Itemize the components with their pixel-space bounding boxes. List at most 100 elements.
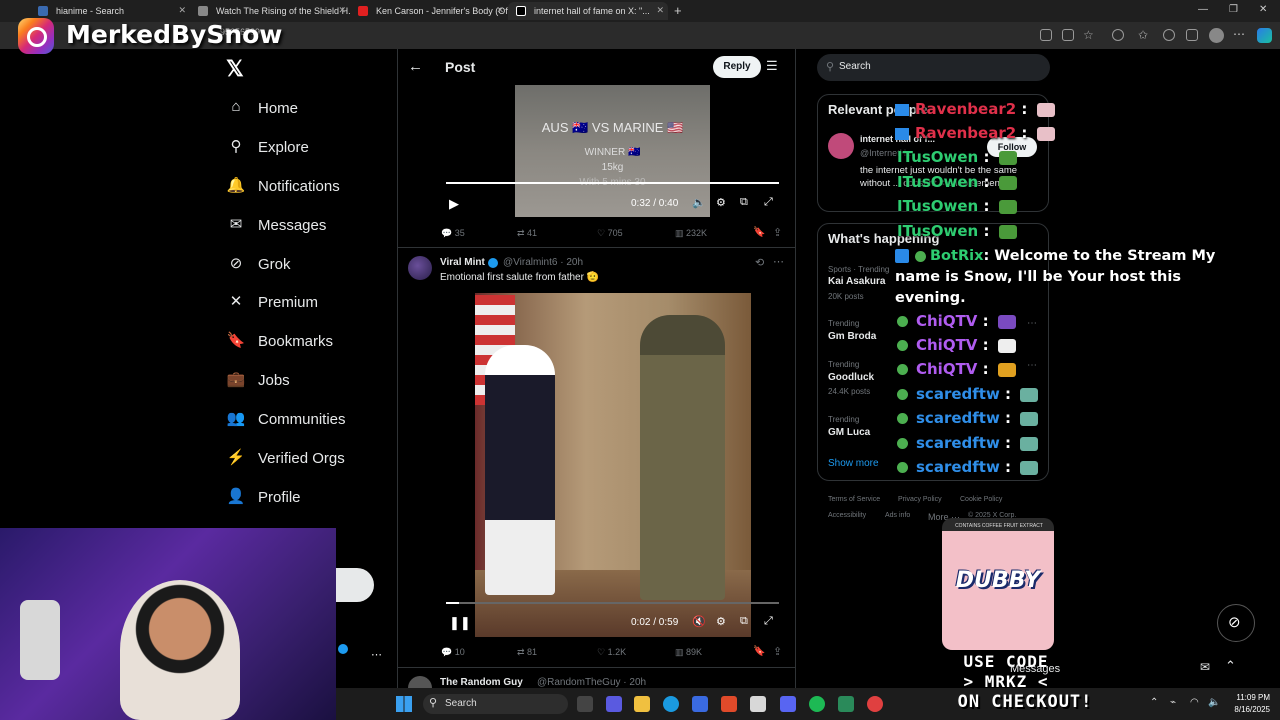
- avatar[interactable]: [828, 133, 854, 159]
- sidebar-item-messages[interactable]: ✉ Messages: [226, 213, 327, 237]
- trend-name[interactable]: Kai Asakura: [828, 276, 885, 287]
- extension-icon[interactable]: [1040, 29, 1052, 41]
- view-count[interactable]: ▥ 89K: [675, 647, 702, 658]
- close-icon[interactable]: ✕: [178, 5, 186, 16]
- app-icon[interactable]: [750, 696, 766, 712]
- fullscreen-icon[interactable]: ⤢: [764, 196, 773, 209]
- author-name[interactable]: The Random Guy: [440, 677, 523, 688]
- sidebar-item-communities[interactable]: 👥 Communities: [226, 407, 346, 431]
- chevron-up-icon[interactable]: ⌃: [1225, 658, 1236, 674]
- post-button-fragment[interactable]: [336, 568, 374, 602]
- taskbar-search-label[interactable]: Search: [445, 698, 477, 709]
- pip-icon[interactable]: ⧉: [740, 196, 748, 209]
- edge-icon[interactable]: [663, 696, 679, 712]
- sidebar-item-premium[interactable]: ✕ Premium: [226, 290, 318, 314]
- trend-name[interactable]: GM Luca: [828, 427, 870, 438]
- favorites-icon[interactable]: ✩: [1138, 28, 1148, 42]
- teams-icon[interactable]: [606, 696, 622, 712]
- close-window-icon[interactable]: ✕: [1259, 4, 1267, 15]
- video-progress-track[interactable]: [446, 602, 779, 604]
- spotify-icon[interactable]: [809, 696, 825, 712]
- reply-count[interactable]: 💬 10: [441, 647, 465, 658]
- avatar[interactable]: [408, 256, 432, 280]
- reply-button[interactable]: Reply: [713, 56, 761, 78]
- trend-name[interactable]: Goodluck: [828, 372, 874, 383]
- notepad-icon[interactable]: [838, 696, 854, 712]
- history-icon[interactable]: [1163, 29, 1175, 41]
- file-explorer-icon[interactable]: [634, 696, 650, 712]
- more-options-icon[interactable]: ⋯: [371, 648, 382, 661]
- x-logo-icon[interactable]: 𝕏: [226, 56, 244, 82]
- author-handle[interactable]: @RandomTheGuy · 20h: [537, 677, 646, 688]
- browser-tab-active[interactable]: internet hall of fame on X: "... ✕: [508, 2, 668, 20]
- footer-link[interactable]: Privacy Policy: [898, 496, 942, 503]
- trend-name[interactable]: Gm Broda: [828, 331, 876, 342]
- footer-link[interactable]: Cookie Policy: [960, 496, 1002, 503]
- repost-count[interactable]: ⇄ 41: [517, 228, 537, 239]
- sidebar-item-jobs[interactable]: 💼 Jobs: [226, 368, 290, 392]
- discord-icon[interactable]: [780, 696, 796, 712]
- sidebar-item-profile[interactable]: 👤 Profile: [226, 485, 301, 509]
- fullscreen-icon[interactable]: ⤢: [764, 615, 773, 628]
- play-icon[interactable]: ▶: [449, 196, 459, 212]
- like-count[interactable]: ♡ 1.2K: [597, 647, 626, 658]
- bookmark-icon[interactable]: 🔖: [753, 227, 765, 238]
- footer-link[interactable]: Accessibility: [828, 512, 866, 519]
- share-icon[interactable]: ⇪: [773, 226, 782, 239]
- network-icon[interactable]: ⌁: [1170, 697, 1176, 708]
- browser-tab[interactable]: Watch The Rising of the Shield H... ✕: [190, 2, 350, 20]
- volume-icon[interactable]: 🔈: [1208, 697, 1220, 708]
- more-menu-icon[interactable]: ⋯: [1233, 27, 1245, 41]
- sidebar-item-home[interactable]: ⌂ Home: [226, 96, 298, 120]
- mute-icon[interactable]: 🔇: [692, 615, 706, 628]
- settings-icon[interactable]: ⚙: [716, 615, 726, 628]
- maximize-icon[interactable]: ❐: [1229, 4, 1238, 15]
- task-view-icon[interactable]: [577, 696, 593, 712]
- sidebar-item-grok[interactable]: ⊘ Grok: [226, 252, 291, 276]
- sidebar-item-bookmarks[interactable]: 🔖 Bookmarks: [226, 329, 333, 353]
- filter-icon[interactable]: ☰: [766, 58, 778, 74]
- author-name[interactable]: Viral Mint: [440, 257, 485, 268]
- footer-link[interactable]: Terms of Service: [828, 496, 880, 503]
- footer-link[interactable]: Ads info: [885, 512, 910, 519]
- more-options-icon[interactable]: ⋯: [773, 255, 784, 268]
- close-icon[interactable]: ✕: [338, 5, 346, 16]
- pip-icon[interactable]: ⧉: [740, 615, 748, 628]
- browser-tab[interactable]: hianime - Search ✕: [30, 2, 190, 20]
- profile-avatar[interactable]: [1209, 28, 1224, 43]
- chrome-icon[interactable]: [867, 696, 883, 712]
- like-count[interactable]: ♡ 705: [597, 228, 623, 239]
- copilot-icon[interactable]: [1257, 28, 1272, 43]
- view-count[interactable]: ▥ 232K: [675, 228, 707, 239]
- star-icon[interactable]: ☆: [1083, 28, 1094, 42]
- bookmark-icon[interactable]: 🔖: [753, 646, 765, 657]
- refresh-icon[interactable]: [1112, 29, 1124, 41]
- store-icon[interactable]: [692, 696, 708, 712]
- grok-fab-button[interactable]: ⊘: [1217, 604, 1255, 642]
- windows-start-icon[interactable]: [396, 696, 412, 712]
- browser-tab[interactable]: Ken Carson - Jennifer's Body (Off... ✕: [350, 2, 508, 20]
- close-icon[interactable]: ✕: [656, 5, 664, 16]
- sidebar-item-verified-orgs[interactable]: ⚡ Verified Orgs: [226, 446, 345, 470]
- chevron-up-icon[interactable]: ⌃: [1150, 697, 1158, 708]
- repost-count[interactable]: ⇄ 81: [517, 647, 537, 658]
- sidebar-item-explore[interactable]: ⚲ Explore: [226, 135, 309, 159]
- show-more-link[interactable]: Show more: [828, 458, 879, 469]
- more-options-icon[interactable]: ⋯: [1027, 318, 1037, 329]
- settings-icon[interactable]: ⚙: [716, 196, 726, 209]
- pause-icon[interactable]: ❚❚: [449, 615, 471, 631]
- volume-icon[interactable]: 🔈: [692, 196, 706, 209]
- shield-icon[interactable]: [1186, 29, 1198, 41]
- sidebar-item-notifications[interactable]: 🔔 Notifications: [226, 174, 340, 198]
- new-message-icon[interactable]: ✉: [1200, 660, 1210, 674]
- reply-count[interactable]: 💬 35: [441, 228, 465, 239]
- more-options-icon[interactable]: ⋯: [1027, 360, 1037, 371]
- close-icon[interactable]: ✕: [496, 5, 504, 16]
- wifi-icon[interactable]: ◠: [1190, 697, 1199, 708]
- back-arrow-icon[interactable]: ←: [408, 58, 423, 75]
- messages-drawer-label[interactable]: Messages: [1010, 663, 1060, 675]
- reader-icon[interactable]: [1062, 29, 1074, 41]
- search-placeholder[interactable]: Search: [839, 61, 871, 72]
- copilot-app-icon[interactable]: [721, 696, 737, 712]
- clock-date[interactable]: 8/16/2025: [1226, 705, 1270, 714]
